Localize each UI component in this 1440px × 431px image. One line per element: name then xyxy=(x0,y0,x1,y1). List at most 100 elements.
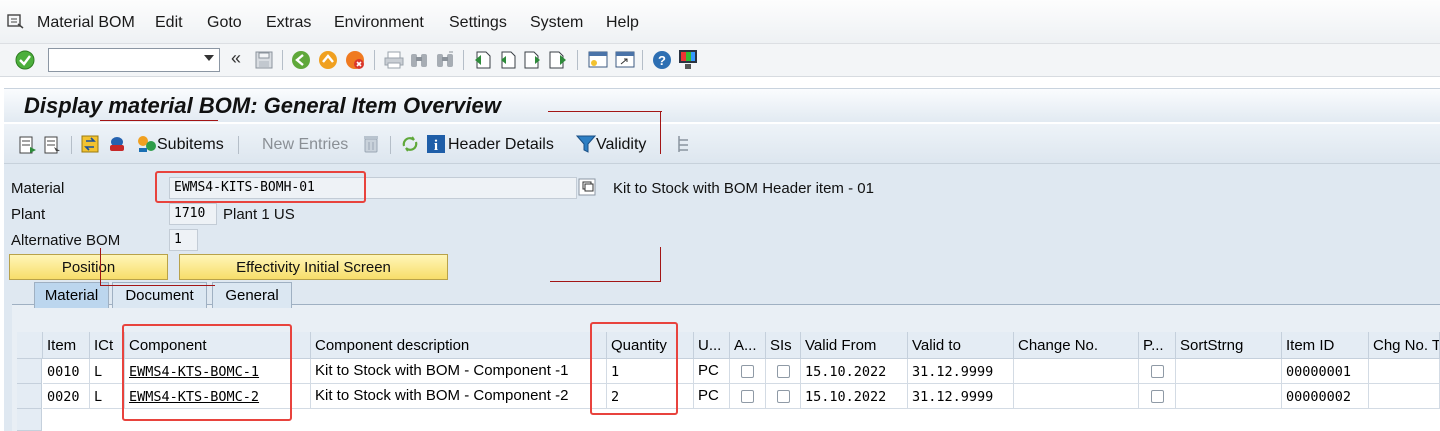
checkbox[interactable] xyxy=(1151,390,1164,403)
row-selector[interactable] xyxy=(17,359,42,384)
header-details-button[interactable]: Header Details xyxy=(448,136,554,154)
cell-item[interactable]: 0020 xyxy=(43,384,90,409)
swap-icon[interactable] xyxy=(80,134,100,158)
cell-quantity[interactable]: 1 xyxy=(607,359,694,384)
cell-valid-from[interactable]: 15.10.2022 xyxy=(801,359,908,384)
cancel-icon[interactable] xyxy=(345,50,365,74)
select-all-header[interactable] xyxy=(17,332,43,359)
structure-icon[interactable] xyxy=(676,134,694,158)
menu-environment[interactable]: Environment xyxy=(334,14,424,32)
material-field[interactable]: EWMS4-KITS-BOMH-01 xyxy=(169,177,577,199)
column-header-sortstrng[interactable]: SortStrng xyxy=(1176,332,1282,359)
other-bom-icon[interactable] xyxy=(43,135,63,159)
menu-material-bom[interactable]: Material BOM xyxy=(37,14,135,32)
new-entries-button[interactable]: New Entries xyxy=(262,136,348,154)
column-header-sis[interactable]: SIs xyxy=(766,332,801,359)
save-icon[interactable] xyxy=(255,51,273,73)
filter-icon[interactable] xyxy=(575,134,597,158)
position-button[interactable]: Position xyxy=(9,254,168,280)
cell-change-no[interactable] xyxy=(1014,359,1139,384)
cell-item[interactable]: 0010 xyxy=(43,359,90,384)
chevron-down-icon[interactable] xyxy=(204,55,214,61)
customize-layout-icon[interactable] xyxy=(678,49,698,75)
cell-ict[interactable]: L xyxy=(90,359,125,384)
refresh-icon[interactable] xyxy=(400,134,420,158)
cell-valid-to[interactable]: 31.12.9999 xyxy=(908,359,1014,384)
cell-unit[interactable]: PC xyxy=(694,359,730,384)
cell-description[interactable]: Kit to Stock with BOM - Component -1 xyxy=(311,359,607,384)
checkbox[interactable] xyxy=(1151,365,1164,378)
cell-valid-to[interactable]: 31.12.9999 xyxy=(908,384,1014,409)
menu-system[interactable]: System xyxy=(530,14,583,32)
print-icon[interactable] xyxy=(384,51,404,73)
column-header-description[interactable]: Component description xyxy=(311,332,607,359)
component-link[interactable]: EWMS4-KTS-BOMC-2 xyxy=(129,389,259,405)
cell-component[interactable]: EWMS4-KTS-BOMC-1 xyxy=(125,359,311,384)
cell-component[interactable]: EWMS4-KTS-BOMC-2 xyxy=(125,384,311,409)
checkbox[interactable] xyxy=(741,365,754,378)
alternative-bom-field[interactable]: 1 xyxy=(169,229,198,251)
cell-chg-no-t[interactable] xyxy=(1369,359,1440,384)
collapse-toolbar-icon[interactable]: « xyxy=(231,48,241,69)
cell-quantity[interactable]: 2 xyxy=(607,384,694,409)
component-icon[interactable] xyxy=(107,134,127,158)
shortcut-icon[interactable] xyxy=(614,50,636,74)
validity-button[interactable]: Validity xyxy=(596,136,646,154)
find-next-icon[interactable] xyxy=(435,51,455,73)
cell-unit[interactable]: PC xyxy=(694,384,730,409)
row-selector[interactable] xyxy=(17,409,42,431)
new-session-icon[interactable] xyxy=(587,50,609,74)
menu-extras[interactable]: Extras xyxy=(266,14,311,32)
delete-icon[interactable] xyxy=(361,134,381,158)
cell-item-id[interactable]: 00000001 xyxy=(1282,359,1369,384)
subitems-icon[interactable] xyxy=(136,134,158,158)
column-header-valid-to[interactable]: Valid to xyxy=(908,332,1014,359)
next-page-icon[interactable] xyxy=(523,50,543,74)
help-icon[interactable]: ? xyxy=(652,50,672,74)
column-header-item-id[interactable]: Item ID xyxy=(1282,332,1369,359)
column-header-valid-from[interactable]: Valid From xyxy=(801,332,908,359)
checkbox[interactable] xyxy=(777,390,790,403)
enter-icon[interactable] xyxy=(15,50,35,74)
menu-edit[interactable]: Edit xyxy=(155,14,183,32)
exit-icon[interactable] xyxy=(318,50,338,74)
row-selector[interactable] xyxy=(17,384,42,409)
cell-description[interactable]: Kit to Stock with BOM - Component -2 xyxy=(311,384,607,409)
command-field[interactable] xyxy=(48,48,220,72)
effectivity-initial-screen-button[interactable]: Effectivity Initial Screen xyxy=(179,254,448,280)
cell-change-no[interactable] xyxy=(1014,384,1139,409)
column-header-ict[interactable]: ICt xyxy=(90,332,125,359)
component-link[interactable]: EWMS4-KTS-BOMC-1 xyxy=(129,364,259,380)
column-header-unit[interactable]: U... xyxy=(694,332,730,359)
back-icon[interactable] xyxy=(291,50,311,74)
tab-material[interactable]: Material xyxy=(34,282,109,308)
last-page-icon[interactable] xyxy=(548,50,568,74)
menu-toggle-icon[interactable] xyxy=(6,12,24,34)
column-header-item[interactable]: Item xyxy=(43,332,90,359)
column-header-p[interactable]: P... xyxy=(1139,332,1176,359)
menu-goto[interactable]: Goto xyxy=(207,14,242,32)
cell-ict[interactable]: L xyxy=(90,384,125,409)
column-header-quantity[interactable]: Quantity xyxy=(607,332,694,359)
previous-page-icon[interactable] xyxy=(498,50,518,74)
info-icon[interactable]: i xyxy=(426,134,446,158)
checkbox[interactable] xyxy=(741,390,754,403)
first-page-icon[interactable] xyxy=(473,50,493,74)
column-header-chg-no-t[interactable]: Chg No. T xyxy=(1369,332,1440,359)
tab-general[interactable]: General xyxy=(212,282,292,308)
cell-sortstrng[interactable] xyxy=(1176,359,1282,384)
menu-help[interactable]: Help xyxy=(606,14,639,32)
cell-valid-from[interactable]: 15.10.2022 xyxy=(801,384,908,409)
checkbox[interactable] xyxy=(777,365,790,378)
menu-settings[interactable]: Settings xyxy=(449,14,507,32)
display-change-icon[interactable] xyxy=(18,135,38,159)
copy-icon[interactable] xyxy=(578,178,596,200)
plant-field[interactable]: 1710 xyxy=(169,203,217,225)
column-header-component[interactable]: Component xyxy=(125,332,311,359)
cell-chg-no-t[interactable] xyxy=(1369,384,1440,409)
subitems-button[interactable]: Subitems xyxy=(157,136,224,154)
column-header-change-no[interactable]: Change No. xyxy=(1014,332,1139,359)
cell-item-id[interactable]: 00000002 xyxy=(1282,384,1369,409)
find-icon[interactable] xyxy=(409,51,429,73)
column-header-a[interactable]: A... xyxy=(730,332,766,359)
